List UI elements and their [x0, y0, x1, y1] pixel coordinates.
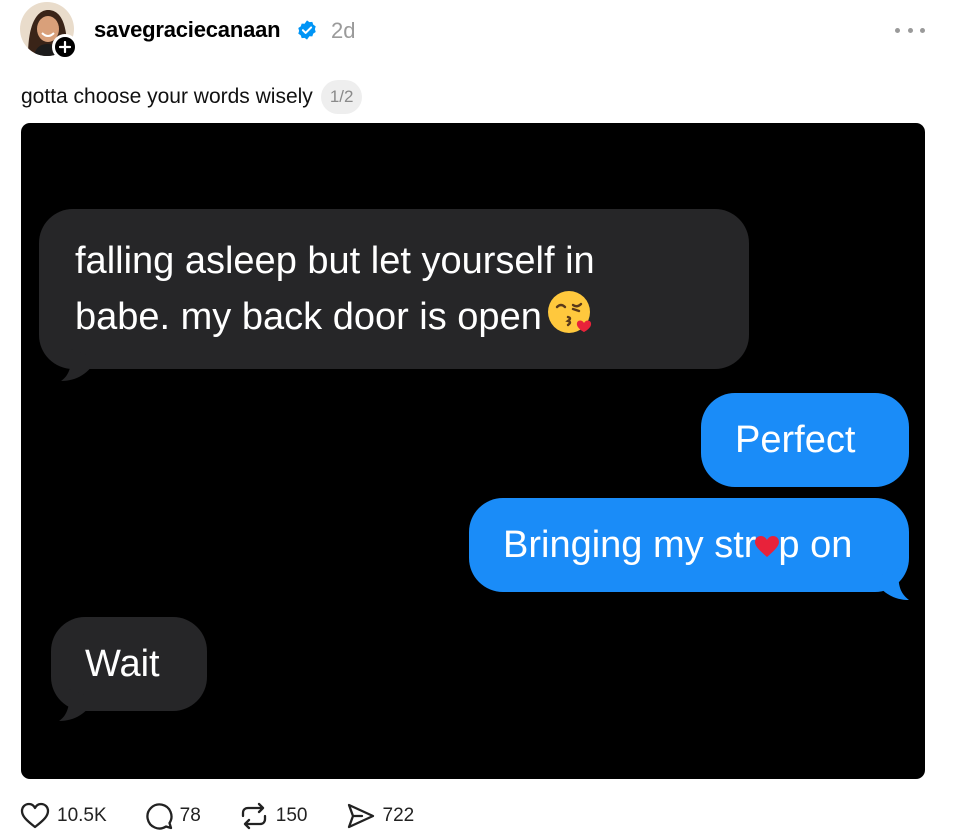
post-caption: gotta choose your words wisely	[21, 85, 313, 108]
username[interactable]: savegraciecanaan	[94, 17, 281, 43]
reply-count: 78	[179, 805, 201, 826]
post-timestamp: 2d	[331, 18, 356, 43]
post-image[interactable]: falling asleep but let yourself in babe.…	[21, 123, 925, 779]
post-header: savegraciecanaan 2d	[0, 0, 960, 62]
reply-button[interactable]: 78	[145, 802, 201, 830]
message-bubble-received: Wait	[51, 617, 207, 721]
like-button[interactable]: 10.5K	[20, 802, 107, 830]
message-text: Wait	[85, 643, 160, 685]
kissing-face-with-heart-icon	[547, 291, 591, 333]
caption-row: gotta choose your words wisely 1/2	[21, 80, 363, 114]
avatar[interactable]	[20, 2, 78, 60]
share-button[interactable]: 722	[346, 802, 415, 830]
comment-icon	[145, 803, 173, 830]
message-bubble-sent: Perfect	[701, 393, 909, 487]
repost-icon	[241, 802, 266, 830]
heart-icon	[20, 802, 50, 829]
share-count: 722	[382, 805, 415, 826]
share-icon	[347, 803, 374, 829]
message-bubble-sent: Bringing my str p on	[469, 498, 909, 600]
media-counter: 1/2	[320, 80, 363, 114]
red-heart-icon	[755, 536, 780, 557]
follow-plus-icon[interactable]	[52, 34, 78, 60]
repost-button[interactable]: 150	[239, 802, 308, 830]
message-bubble-received: falling asleep but let yourself in babe.…	[39, 209, 749, 381]
more-icon[interactable]	[893, 19, 927, 41]
like-count: 10.5K	[57, 805, 107, 826]
repost-count: 150	[275, 805, 308, 826]
message-text: Bringing my str p on	[503, 524, 853, 566]
verified-icon	[298, 20, 316, 40]
action-bar: 10.5K 78 150 722	[20, 799, 452, 833]
message-text: falling asleep but let yourself in babe.…	[75, 240, 595, 338]
message-text: Perfect	[735, 419, 856, 461]
